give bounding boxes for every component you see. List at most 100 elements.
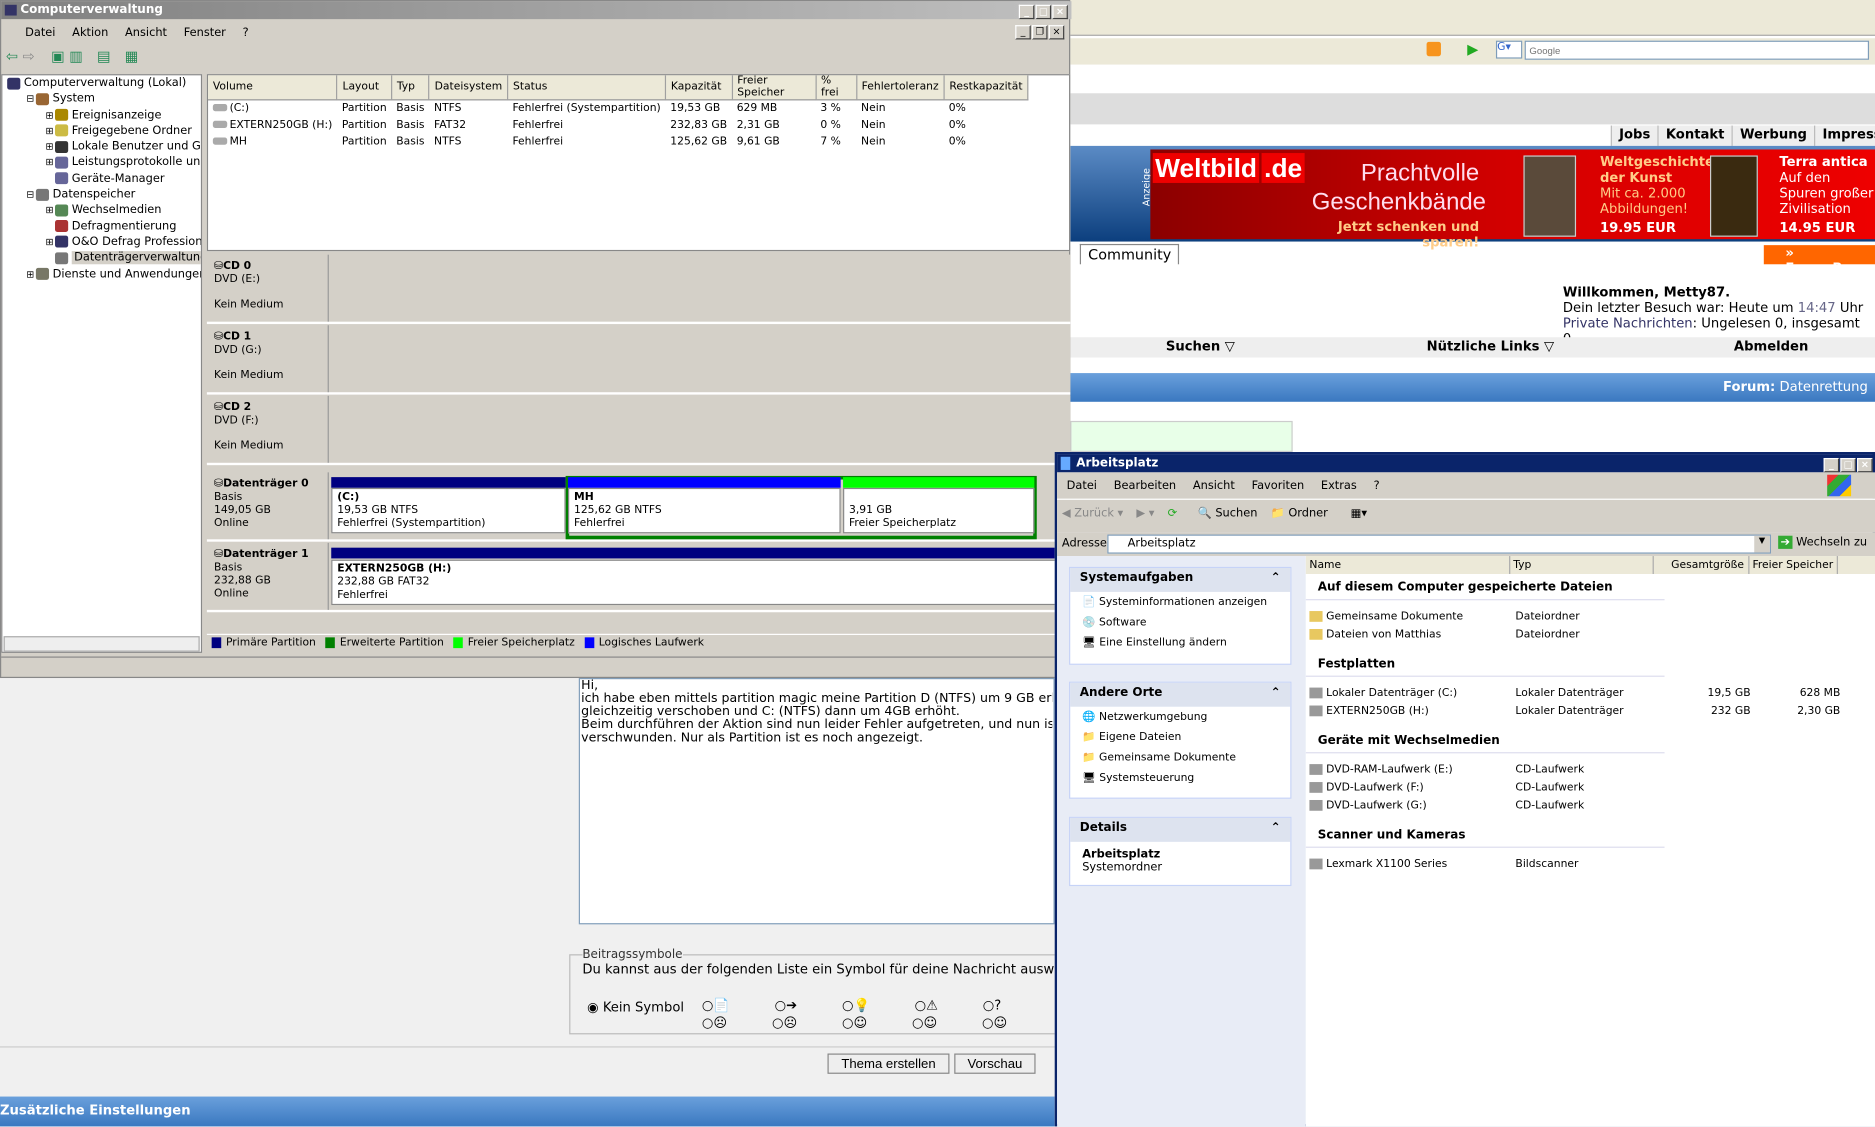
tree-item[interactable]: ⊞ Dienste und Anwendungen bbox=[2, 266, 201, 282]
list-item[interactable]: Gemeinsame Dokumente Dateiordner bbox=[1306, 607, 1844, 625]
tree-item[interactable]: ⊞ Leistungsprotokolle und Warn bbox=[2, 155, 200, 171]
menu-datei[interactable]: Datei bbox=[25, 26, 55, 39]
link-werbung[interactable]: Werbung bbox=[1731, 125, 1815, 146]
column-header[interactable]: Typ bbox=[391, 75, 430, 101]
partition-block[interactable]: 3,91 GB Freier Speicherplatz bbox=[843, 487, 1035, 534]
disk-row[interactable]: ⛁CD 1 DVD (G:) Kein Medium bbox=[206, 325, 1071, 395]
go-arrow-icon[interactable]: ▶ bbox=[1467, 41, 1478, 58]
place-network[interactable]: 🌐 Netzwerkumgebung bbox=[1070, 707, 1290, 727]
forward-icon[interactable]: ⇨ bbox=[23, 48, 35, 65]
collapse-icon[interactable]: ⌃ bbox=[1271, 572, 1281, 589]
google-search-icon[interactable]: G▾ bbox=[1495, 40, 1523, 59]
tree-item[interactable]: ⊞ Ereignisanzeige bbox=[2, 107, 201, 123]
link-jobs[interactable]: Jobs bbox=[1610, 125, 1658, 146]
properties-icon[interactable]: ▤ bbox=[97, 48, 111, 65]
table-row[interactable]: EXTERN250GB (H:) Partition Basis FAT32 Fehle… bbox=[208, 117, 1028, 134]
tree-item[interactable]: Computerverwaltung (Lokal) bbox=[2, 75, 201, 91]
list-item[interactable]: EXTERN250GB (H:) Lokaler Datenträger 232 G… bbox=[1306, 702, 1844, 720]
tab-community[interactable]: Community bbox=[1079, 243, 1180, 265]
disk-row[interactable]: ⛁CD 0 DVD (E:) Kein Medium bbox=[206, 254, 1071, 325]
partition-block[interactable]: EXTERN250GB (H:) 232,88 GB FAT32 Fehlerfre… bbox=[331, 559, 1071, 606]
minimize-button[interactable]: _ bbox=[1823, 457, 1840, 473]
menu-fenster[interactable]: Fenster bbox=[184, 26, 226, 39]
tree-item[interactable]: ⊞ Lokale Benutzer und Gruppen bbox=[2, 139, 200, 155]
search-input[interactable] bbox=[1524, 40, 1870, 60]
back-button[interactable]: ◀ Zurück ▾ bbox=[1062, 507, 1123, 520]
pm-link[interactable]: Private Nachrichten bbox=[1563, 316, 1693, 332]
views-button[interactable]: ▦▾ bbox=[1351, 507, 1367, 520]
expand-icon[interactable]: ⊞ bbox=[45, 234, 55, 250]
maximize-button[interactable]: □ bbox=[1035, 4, 1052, 20]
disk-row[interactable]: ⛁Datenträger 1 Basis 232,88 GB Online EXTERN… bbox=[206, 542, 1071, 613]
list-item[interactable]: DVD-Laufwerk (F:) CD-Laufwerk bbox=[1306, 778, 1844, 796]
place-controlpanel[interactable]: 🖥 Systemsteuerung bbox=[1070, 768, 1290, 788]
tree-item[interactable]: ⊟ System bbox=[2, 91, 201, 107]
folders-button[interactable]: 📁 Ordner bbox=[1271, 507, 1328, 520]
column-header[interactable]: % frei bbox=[815, 75, 857, 101]
post-textarea[interactable] bbox=[578, 678, 1055, 925]
tree-item[interactable]: ⊟ Datenspeicher bbox=[2, 187, 201, 203]
task-settings[interactable]: 🖥 Eine Einstellung ändern bbox=[1070, 633, 1290, 653]
menu-aktion[interactable]: Aktion bbox=[72, 26, 108, 39]
nav-abmelden[interactable]: Abmelden bbox=[1734, 338, 1808, 354]
col-type[interactable]: Typ bbox=[1509, 556, 1654, 574]
list-item[interactable]: Lexmark X1100 Series Bildscanner bbox=[1306, 855, 1844, 873]
help-icon[interactable]: ▦ bbox=[125, 48, 139, 65]
weltbild-ad[interactable]: Weltbild .de Prachtvolle Geschenkbände Jet… bbox=[1150, 149, 1875, 250]
column-header[interactable]: Kapazität bbox=[665, 75, 733, 101]
column-header[interactable]: Freier Speicher bbox=[731, 75, 817, 101]
disk-row[interactable]: ⛁Datenträger 0 Basis 149,05 GB Online (C:) 19… bbox=[206, 472, 1071, 542]
column-header[interactable]: Volume bbox=[208, 75, 338, 101]
tree-item[interactable]: ⊞ Wechselmedien bbox=[2, 203, 201, 219]
close-button[interactable]: × bbox=[1857, 457, 1873, 473]
menu-help[interactable]: ? bbox=[243, 26, 249, 39]
symbol-radios-row2[interactable]: ○☹ ○☹ ○☺ ○☺ ○☺ bbox=[702, 1015, 1007, 1031]
expand-icon[interactable]: ⊞ bbox=[45, 203, 55, 219]
maximize-button[interactable]: □ bbox=[1840, 457, 1856, 473]
up-folder-icon[interactable]: ▣ bbox=[51, 48, 65, 65]
task-sysinfo[interactable]: 📄 Systeminformationen anzeigen bbox=[1070, 592, 1290, 612]
column-header[interactable]: Layout bbox=[337, 75, 393, 101]
preview-button[interactable]: Vorschau bbox=[954, 1053, 1036, 1074]
list-item[interactable]: DVD-RAM-Laufwerk (E:) CD-Laufwerk bbox=[1306, 761, 1844, 779]
column-header[interactable]: Status bbox=[507, 75, 667, 101]
list-item[interactable]: Dateien von Matthias Dateiordner bbox=[1306, 625, 1844, 643]
collapse-icon[interactable]: ⌃ bbox=[1271, 686, 1281, 703]
refresh-icon[interactable]: ⟳ bbox=[1168, 507, 1178, 520]
forumbase-link[interactable]: » ForumBase bbox=[1763, 245, 1875, 276]
col-size[interactable]: Gesamtgröße bbox=[1652, 556, 1749, 574]
link-kontakt[interactable]: Kontakt bbox=[1657, 125, 1732, 146]
tree-item[interactable]: Geräte-Manager bbox=[2, 171, 201, 187]
child-close-button[interactable]: × bbox=[1048, 25, 1065, 40]
collapse-icon[interactable]: ⌃ bbox=[1271, 822, 1281, 839]
rss-icon[interactable] bbox=[1426, 41, 1441, 57]
disk-row[interactable]: ⛁CD 2 DVD (F:) Kein Medium bbox=[206, 395, 1071, 466]
address-input[interactable]: Arbeitsplatz ▼ bbox=[1107, 534, 1771, 554]
close-button[interactable]: × bbox=[1052, 4, 1068, 20]
partition-block[interactable]: (C:) 19,53 GB NTFS Fehlerfrei (Systemparti… bbox=[331, 487, 566, 534]
task-software[interactable]: 💿 Software bbox=[1070, 612, 1290, 632]
menu-extras[interactable]: Extras bbox=[1321, 480, 1357, 493]
column-header[interactable]: Restkapazität bbox=[944, 75, 1029, 101]
list-item[interactable]: DVD-Laufwerk (G:) CD-Laufwerk bbox=[1306, 796, 1844, 814]
menu-datei[interactable]: Datei bbox=[1067, 480, 1097, 493]
list-item[interactable]: Lokaler Datenträger (C:) Lokaler Datenträ… bbox=[1306, 684, 1844, 702]
tree-toggle-icon[interactable]: ▥ bbox=[69, 48, 83, 65]
symbol-radios[interactable]: ○📄 ○➔ ○💡 ○⚠ ○? bbox=[702, 997, 1001, 1013]
column-header[interactable]: Fehlertoleranz bbox=[856, 75, 945, 101]
menu-help[interactable]: ? bbox=[1374, 480, 1380, 493]
tree-item[interactable]: ⊞ Freigegebene Ordner bbox=[2, 123, 201, 139]
partition-block[interactable]: MH 125,62 GB NTFS Fehlerfrei bbox=[568, 487, 841, 534]
expand-icon[interactable]: ⊟ bbox=[26, 187, 36, 203]
child-minimize-button[interactable]: _ bbox=[1015, 25, 1031, 40]
child-restore-button[interactable]: ❐ bbox=[1031, 25, 1048, 40]
search-button[interactable]: 🔍 Suchen bbox=[1198, 507, 1258, 520]
create-topic-button[interactable]: Thema erstellen bbox=[827, 1053, 950, 1074]
forward-button[interactable]: ▶ ▾ bbox=[1136, 507, 1154, 520]
menu-ansicht[interactable]: Ansicht bbox=[125, 26, 167, 39]
menu-bearbeiten[interactable]: Bearbeiten bbox=[1114, 480, 1176, 493]
go-button[interactable]: ➔ Wechseln zu bbox=[1778, 535, 1867, 549]
expand-icon[interactable]: ⊞ bbox=[26, 266, 36, 282]
table-row[interactable]: (C:) Partition Basis NTFS Fehlerfrei (System… bbox=[208, 100, 1028, 117]
expand-icon[interactable]: ⊞ bbox=[45, 155, 55, 171]
